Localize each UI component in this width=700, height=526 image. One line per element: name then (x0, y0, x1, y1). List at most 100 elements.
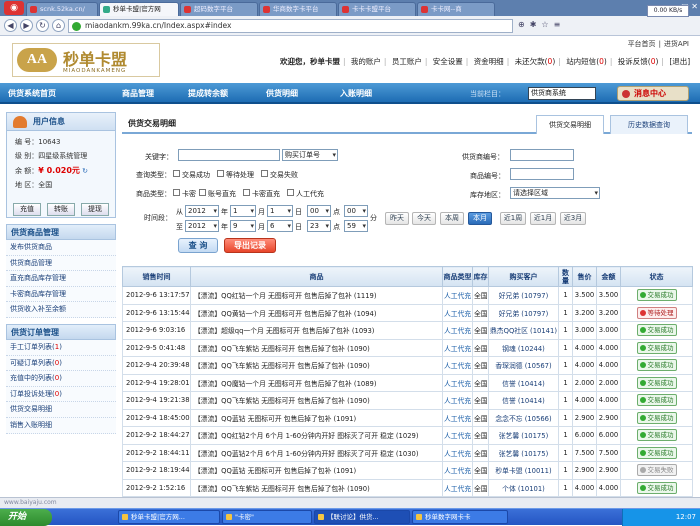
withdraw-button[interactable]: 提现 (81, 203, 109, 216)
column-header[interactable]: 金额 (596, 266, 621, 287)
goods-name-cell[interactable]: 【漂流】QQ飞车紫钻 无图标可开 包售后掉了包补 (1090) (190, 356, 443, 375)
buyer-cell[interactable]: 个体 (10101) (488, 478, 559, 497)
menu-item-sales-income[interactable]: 销售入账明细 (6, 417, 116, 434)
column-header[interactable]: 库存 (472, 266, 489, 287)
status-badge[interactable]: 交易成功 (636, 289, 677, 302)
address-actions[interactable]: ⊕✱☆≡ (518, 20, 565, 29)
status-badge[interactable]: 等待处理 (636, 306, 677, 319)
reload-icon[interactable]: ↻ (36, 19, 49, 32)
back-icon[interactable]: ◀ (4, 19, 17, 32)
tab-history[interactable]: 历史数据查询 (610, 115, 688, 134)
keyword-type-select[interactable]: 购买订单号 (282, 149, 338, 161)
status-badge[interactable]: 交易成功 (636, 324, 677, 337)
from-minute-select[interactable]: 00 (344, 205, 368, 217)
goods-name-cell[interactable]: 【漂流】QQ飞车紫钻 无图标可开 包售后掉了包补 (1090) (190, 391, 443, 410)
browser-tab[interactable]: scnk.52ka.cn/ (26, 2, 98, 16)
browser-logo-icon[interactable]: ◉ (4, 1, 24, 15)
menu-item-complaints[interactable]: 订单投诉处理(0) (6, 386, 116, 403)
goods-name-cell[interactable]: 【漂流】QQ蓝钻2个月 6个月 1-60分钟内开好 图标灭了可开 稳定 (103… (190, 443, 443, 462)
supplier-no-input[interactable] (510, 149, 574, 161)
goods-name-cell[interactable]: 【漂流】QQ红钻一个月 无图标可开 包售后掉了包补 (1119) (190, 286, 443, 305)
nav-income-detail[interactable]: 入账明细 (340, 83, 372, 104)
menu-item-card-stock[interactable]: 卡密商品库存管理 (6, 286, 116, 303)
inbox-link[interactable]: 站内短信(0) (566, 57, 607, 66)
forward-icon[interactable]: ▶ (20, 19, 33, 32)
column-header[interactable]: 商品类型 (442, 266, 473, 287)
export-button[interactable]: 导出记录 (224, 238, 276, 253)
status-badge[interactable]: 交易成功 (636, 359, 677, 372)
from-year-select[interactable]: 2012 (185, 205, 219, 217)
to-month-select[interactable]: 9 (230, 220, 256, 232)
home-link[interactable]: 平台首页 (625, 40, 659, 48)
status-badge[interactable]: 交易失败 (636, 464, 677, 477)
column-header[interactable]: 商品 (190, 266, 443, 287)
column-header[interactable]: 数量 (558, 266, 573, 287)
menu-item-supply-detail[interactable]: 供货交易明细 (6, 402, 116, 418)
tab-supply-detail[interactable]: 供货交易明细 (536, 115, 604, 134)
goods-name-cell[interactable]: 【漂流】QQ红钻2个月 6个月 1-60分钟内开好 图标灭了可开 稳定 (102… (190, 426, 443, 445)
security-link[interactable]: 安全设置 (433, 57, 463, 66)
goods-name-cell[interactable]: 【漂流】QQ蓝钻 无图标可开 包售后掉了包补 (1091) (190, 461, 443, 480)
menu-item-manual-orders[interactable]: 手工订单列表(1) (6, 339, 116, 356)
home-icon[interactable]: ⌂ (52, 19, 65, 32)
query-success-checkbox[interactable] (173, 170, 180, 177)
column-header[interactable]: 售价 (572, 266, 597, 287)
buyer-cell[interactable]: 钢魂 (10244) (488, 338, 559, 357)
recharge-button[interactable]: 充值 (13, 203, 41, 216)
buyer-cell[interactable]: 信誉 (10414) (488, 391, 559, 410)
quick-range-button[interactable]: 昨天 (385, 212, 409, 225)
goods-name-cell[interactable]: 【漂流】QQ魔钻一个月 无图标可开 包售后掉了包补 (1089) (190, 373, 443, 392)
account-link[interactable]: 我的账户 (351, 57, 381, 66)
menu-item-charging-orders[interactable]: 充值中的列表(0) (6, 371, 116, 387)
type-card-checkbox[interactable] (173, 189, 180, 196)
browser-tab-active[interactable]: 秒单卡盟|官方网 (99, 2, 179, 16)
buyer-cell[interactable]: 张艺馨 (10175) (488, 426, 559, 445)
quick-range-button[interactable]: 今天 (412, 212, 436, 225)
status-badge[interactable]: 交易成功 (636, 341, 677, 354)
to-minute-select[interactable]: 59 (344, 220, 368, 232)
to-hour-select[interactable]: 23 (307, 220, 331, 232)
buyer-cell[interactable]: 鼎杰QQ社区 (10141) (488, 321, 559, 340)
nav-commission[interactable]: 提成转余额 (188, 83, 228, 104)
browser-tab[interactable]: 华商数字卡平台 (259, 2, 337, 16)
status-badge[interactable]: 交易成功 (636, 411, 677, 424)
complaint-link[interactable]: 投诉反馈(0) (618, 57, 659, 66)
goods-name-cell[interactable]: 【漂流】QQ飞车紫钻 无图标可开 包售后掉了包补 (1090) (190, 338, 443, 357)
type-card-direct-checkbox[interactable] (243, 189, 250, 196)
nav-supply-home[interactable]: 供货系统首页 (8, 83, 56, 104)
buyer-cell[interactable]: 香琛润德 (10567) (488, 356, 559, 375)
query-pending-checkbox[interactable] (217, 170, 224, 177)
status-badge[interactable]: 交易成功 (636, 429, 677, 442)
buyer-cell[interactable]: 好兄弟 (10797) (488, 286, 559, 305)
browser-tab[interactable]: 卡卡网--商 (417, 2, 495, 16)
site-logo[interactable]: AA 秒单卡盟 MIAODANKAMENG (12, 43, 160, 77)
nav-goods[interactable]: 商品管理 (122, 83, 154, 104)
quick-range-button[interactable]: 近1月 (530, 212, 556, 225)
menu-item-goods-manage[interactable]: 供货商品管理 (6, 255, 116, 272)
column-header[interactable]: 购买客户 (488, 266, 559, 287)
quick-range-button[interactable]: 近1周 (500, 212, 526, 225)
taskbar-item[interactable]: "卡密" (222, 510, 312, 524)
quick-range-button[interactable]: 本月 (468, 212, 492, 225)
api-link[interactable]: 进货API (661, 40, 692, 48)
column-header[interactable]: 状态 (620, 266, 693, 287)
taskbar-item[interactable]: 秒单卡盟|官方网... (118, 510, 220, 524)
taskbar-item[interactable]: 【联讨论】供货... (314, 510, 410, 524)
status-badge[interactable]: 交易成功 (636, 376, 677, 389)
menu-item-publish[interactable]: 发布供货商品 (6, 240, 116, 256)
nav-supply-detail[interactable]: 供货明细 (266, 83, 298, 104)
goods-no-input[interactable] (510, 168, 574, 180)
staff-link[interactable]: 员工账户 (392, 57, 422, 66)
debt-link[interactable]: 未还欠款(0) (515, 57, 556, 66)
from-hour-select[interactable]: 00 (307, 205, 331, 217)
goods-name-cell[interactable]: 【漂流】QQ飞车紫钻 无图标可开 包售后掉了包补 (1090) (190, 478, 443, 497)
goods-name-cell[interactable]: 【漂流】QQ黄钻一个月 无图标可开 包售后掉了包补 (1094) (190, 303, 443, 322)
refresh-icon[interactable]: ↻ (82, 167, 88, 175)
region-select[interactable]: 请选择区域 (510, 187, 600, 199)
search-button[interactable]: 查 询 (178, 238, 218, 253)
goods-name-cell[interactable]: 【漂流】QQ蓝钻 无图标可开 包售后掉了包补 (1091) (190, 408, 443, 427)
column-header[interactable]: 销售时间 (122, 266, 191, 287)
to-year-select[interactable]: 2012 (185, 220, 219, 232)
buyer-cell[interactable]: 张艺馨 (10175) (488, 443, 559, 462)
current-module-select[interactable]: 供货商系统 (528, 87, 596, 100)
